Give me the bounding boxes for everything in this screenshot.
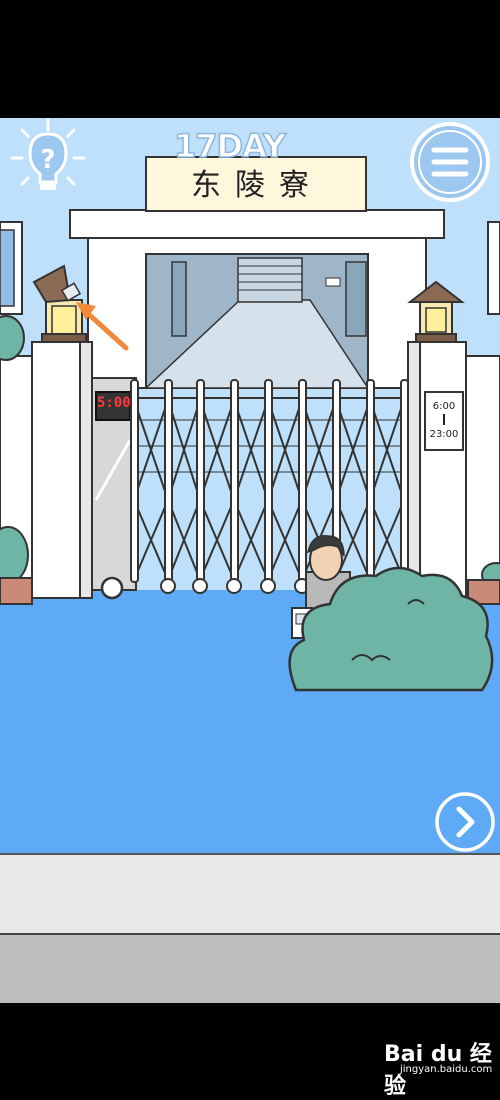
svg-text:?: ?: [40, 145, 55, 175]
menu-button[interactable]: [408, 120, 492, 204]
floor-strip-dark: [0, 933, 500, 1005]
building-sign-text: 东陵寮: [191, 168, 323, 203]
scene-artwork: [0, 118, 500, 853]
gate-timer-display: 5:00: [97, 395, 131, 411]
opening-hours-separator: [443, 414, 445, 425]
floor-strip-light: [0, 853, 500, 935]
hamburger-menu-icon: [410, 122, 490, 202]
top-black-bar: [0, 0, 500, 118]
gate-control-box: [91, 377, 137, 600]
opening-hours-open: 6:00: [432, 401, 456, 412]
watermark-url: jingyan.baidu.com: [400, 1064, 493, 1075]
hint-button[interactable]: ?: [8, 118, 88, 196]
game-scene: [0, 118, 500, 853]
chevron-right-icon: [435, 792, 495, 852]
accordion-gate: [130, 379, 410, 594]
next-button[interactable]: [434, 791, 496, 853]
hint-lightbulb-icon: ?: [10, 118, 86, 190]
opening-hours-close: 23:00: [429, 429, 459, 440]
